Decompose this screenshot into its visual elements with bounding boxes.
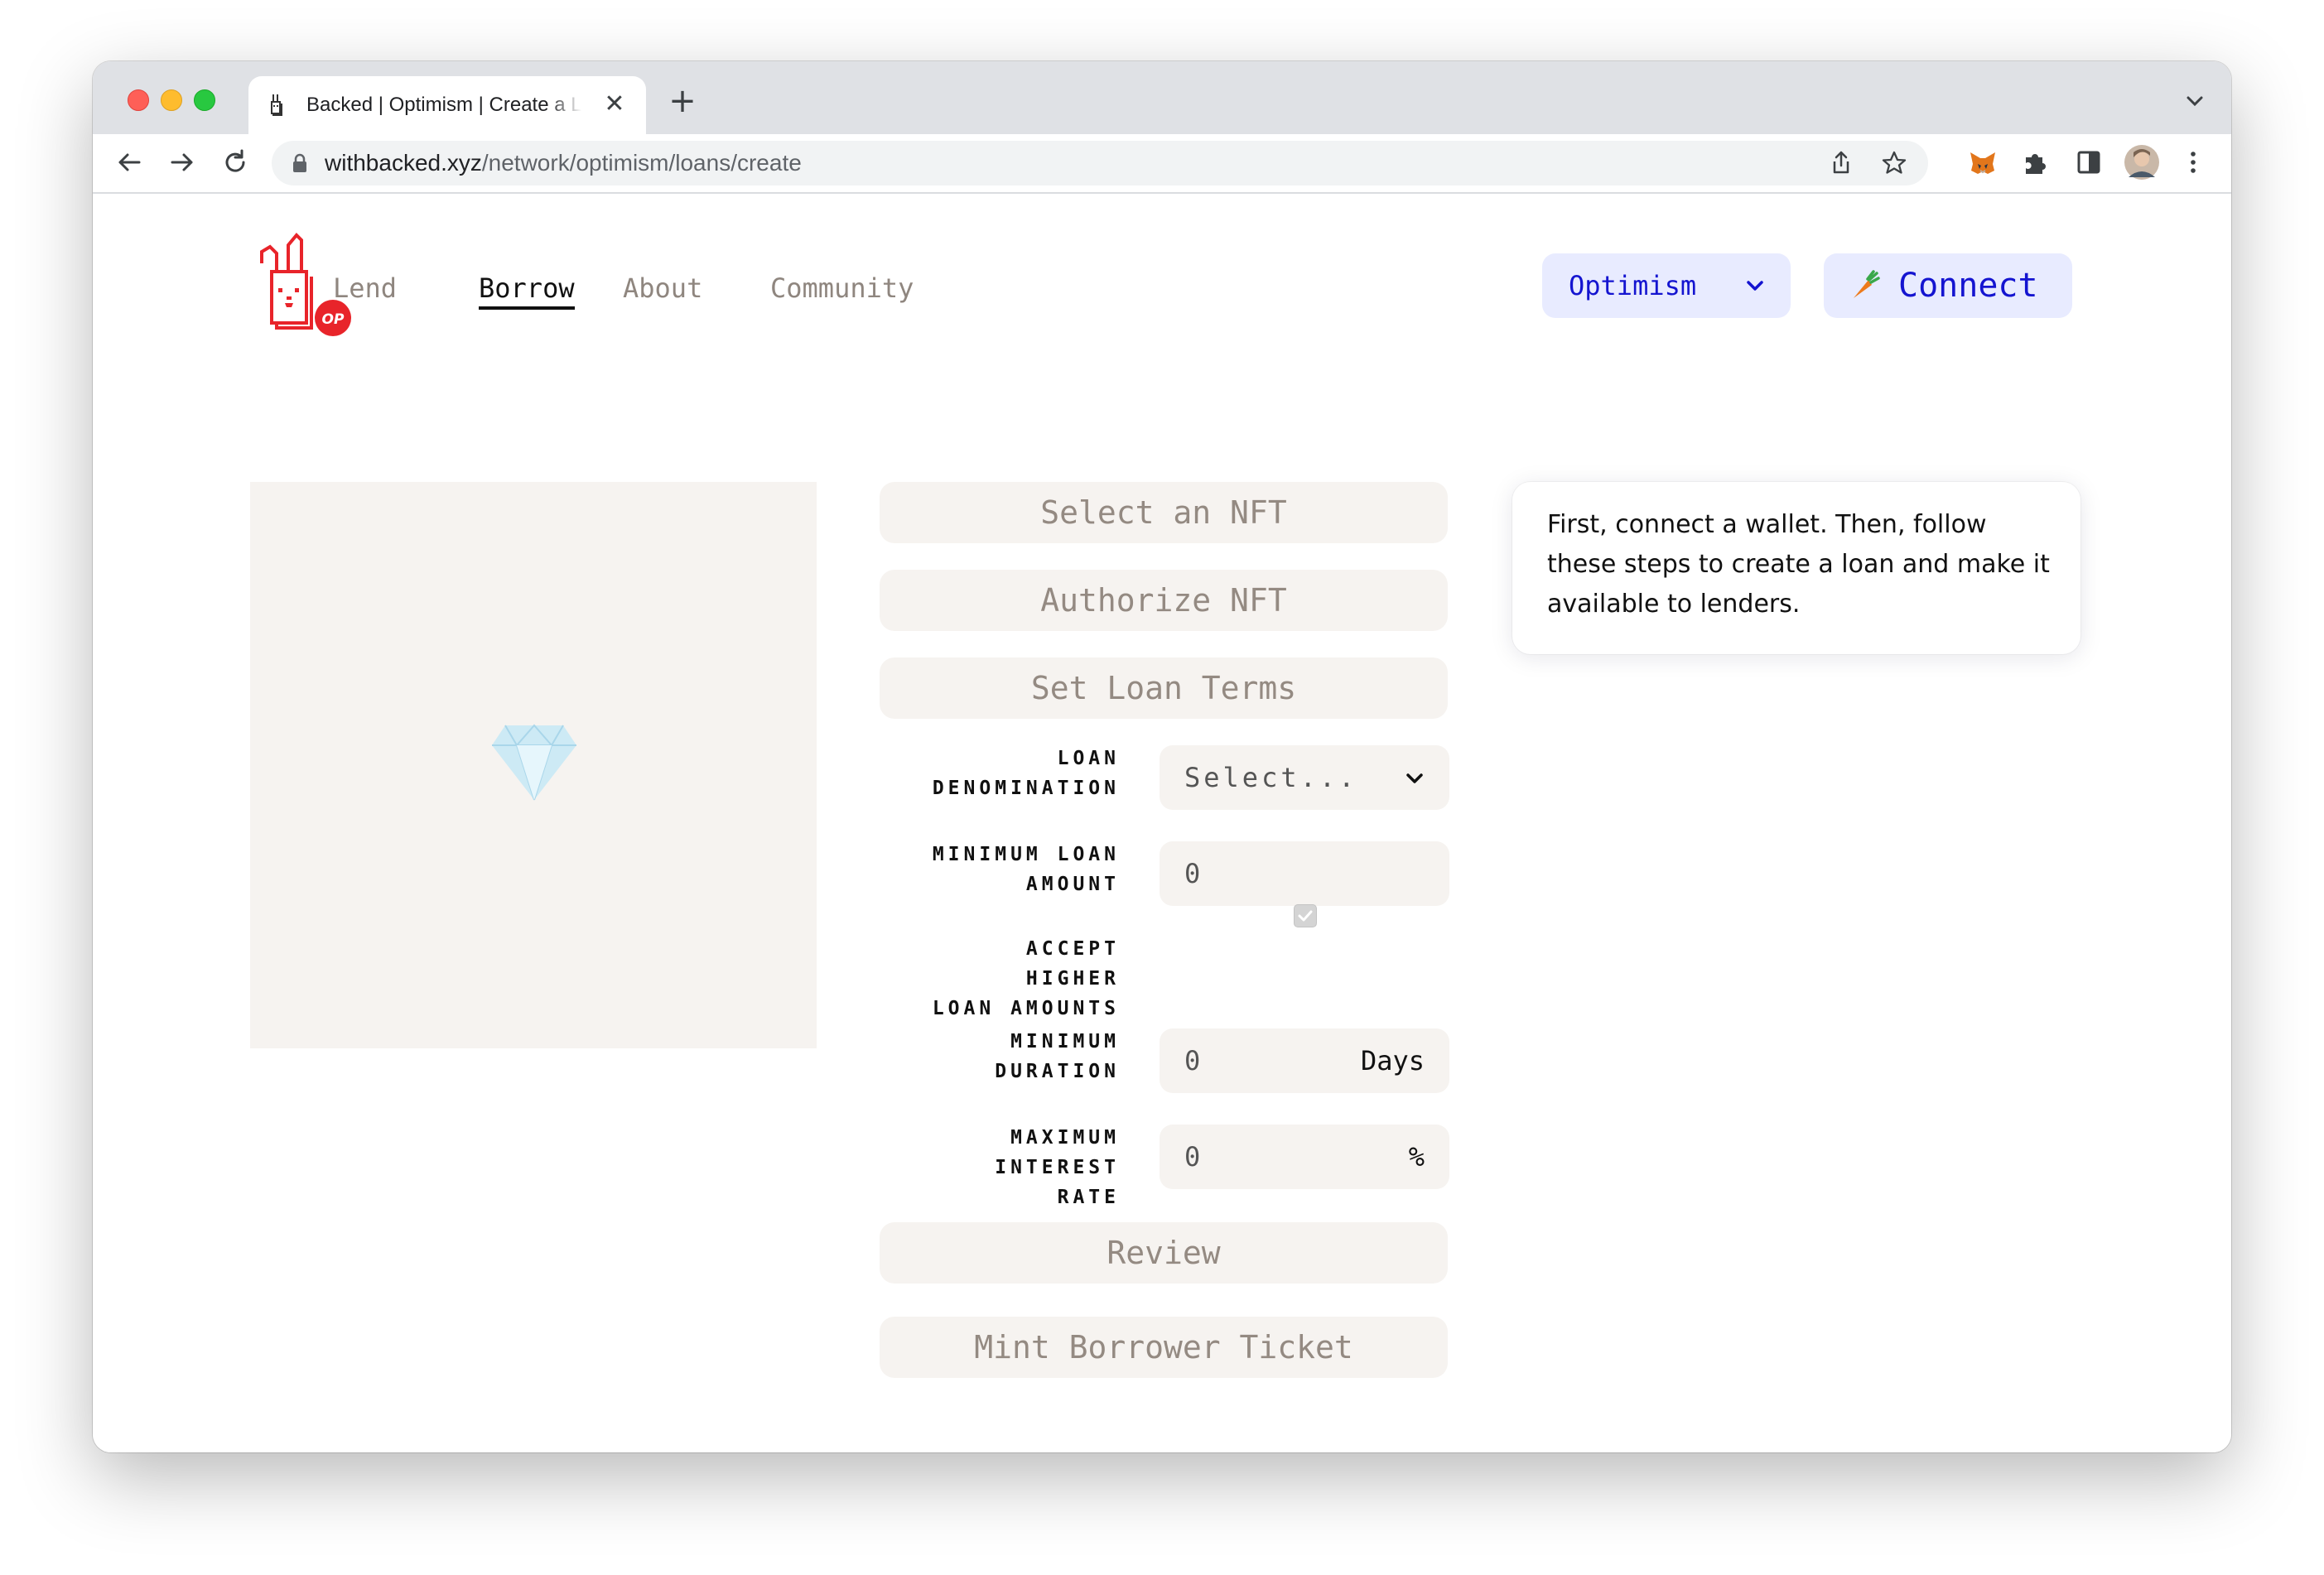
label-line-1: MINIMUM LOAN bbox=[932, 844, 1120, 865]
browser-tab[interactable]: Backed | Optimism | Create a Loan ✕ bbox=[248, 76, 646, 134]
nft-preview bbox=[250, 482, 817, 1048]
label-line-1: MAXIMUM bbox=[1010, 1127, 1120, 1149]
input-value: 0 bbox=[1184, 858, 1201, 889]
nav-lend[interactable]: Lend bbox=[333, 272, 397, 305]
maximize-window-button[interactable] bbox=[194, 89, 215, 111]
connect-label: Connect bbox=[1898, 267, 2038, 305]
percent-unit: % bbox=[1408, 1141, 1425, 1173]
info-card: First, connect a wallet. Then, follow th… bbox=[1512, 482, 2081, 654]
close-window-button[interactable] bbox=[128, 89, 149, 111]
forward-arrow-icon[interactable] bbox=[166, 146, 199, 179]
min-duration-label: MINIMUM DURATION bbox=[921, 1027, 1120, 1086]
label-line-2: LOAN AMOUNTS bbox=[932, 998, 1120, 1019]
browser-toolbar: withbacked.xyz/network/optimism/loans/cr… bbox=[93, 134, 2231, 194]
accept-higher-checkbox[interactable] bbox=[1294, 904, 1317, 927]
min-loan-amount-input[interactable]: 0 bbox=[1160, 841, 1449, 906]
extensions-puzzle-icon[interactable] bbox=[2019, 146, 2052, 179]
network-label: Optimism bbox=[1569, 270, 1697, 301]
url-path: /network/optimism/loans/create bbox=[481, 150, 802, 176]
browser-menu-icon[interactable] bbox=[2177, 146, 2210, 179]
network-select-button[interactable]: Optimism bbox=[1542, 253, 1791, 318]
browser-window: Backed | Optimism | Create a Loan ✕ + wi… bbox=[93, 61, 2231, 1452]
label-line-2: DURATION bbox=[995, 1061, 1120, 1082]
select-placeholder: Select... bbox=[1184, 762, 1358, 793]
accept-higher-label: ACCEPT HIGHER LOAN AMOUNTS bbox=[921, 934, 1120, 1024]
input-value: 0 bbox=[1184, 1045, 1201, 1076]
label-line-2: INTEREST RATE bbox=[995, 1157, 1120, 1208]
chevron-down-icon bbox=[1406, 773, 1423, 783]
label-line-2: DENOMINATION bbox=[932, 778, 1120, 799]
minimize-window-button[interactable] bbox=[161, 89, 182, 111]
share-icon[interactable] bbox=[1827, 149, 1855, 177]
lock-icon bbox=[293, 153, 306, 172]
page-content: OP Lend Borrow About Community Optimism … bbox=[93, 194, 2231, 1452]
days-unit: Days bbox=[1360, 1045, 1425, 1076]
nav-about[interactable]: About bbox=[623, 272, 702, 305]
url-host: withbacked.xyz bbox=[325, 150, 482, 176]
bookmark-star-icon[interactable] bbox=[1880, 149, 1908, 177]
connect-wallet-button[interactable]: Connect bbox=[1824, 253, 2072, 318]
url-text: withbacked.xyz/network/optimism/loans/cr… bbox=[325, 141, 802, 185]
label-line-2: AMOUNT bbox=[1025, 874, 1120, 895]
max-interest-label: MAXIMUM INTEREST RATE bbox=[921, 1123, 1120, 1212]
metamask-fox-icon[interactable] bbox=[1966, 146, 1999, 179]
reload-icon[interactable] bbox=[219, 146, 252, 179]
new-tab-button[interactable]: + bbox=[663, 83, 702, 123]
authorize-nft-button[interactable]: Authorize NFT bbox=[880, 570, 1448, 631]
loan-denomination-label: LOAN DENOMINATION bbox=[921, 744, 1120, 803]
carrot-icon bbox=[1854, 270, 1880, 298]
input-value: 0 bbox=[1184, 1141, 1201, 1173]
set-loan-terms-button[interactable]: Set Loan Terms bbox=[880, 657, 1448, 719]
tab-bar: Backed | Optimism | Create a Loan ✕ + bbox=[93, 61, 2231, 134]
tab-title: Backed | Optimism | Create a Loan bbox=[306, 93, 581, 118]
nav-community[interactable]: Community bbox=[770, 272, 914, 305]
close-tab-icon[interactable]: ✕ bbox=[600, 89, 629, 119]
mint-borrower-ticket-button[interactable]: Mint Borrower Ticket bbox=[880, 1317, 1448, 1378]
tab-search-chevron-icon[interactable] bbox=[2180, 86, 2210, 116]
label-line-1: LOAN bbox=[1057, 748, 1120, 769]
min-duration-input[interactable]: 0 Days bbox=[1160, 1028, 1449, 1093]
label-line-1: MINIMUM bbox=[1010, 1031, 1120, 1052]
review-button[interactable]: Review bbox=[880, 1222, 1448, 1284]
chevron-down-icon bbox=[1747, 281, 1763, 291]
max-interest-input[interactable]: 0 % bbox=[1160, 1125, 1449, 1189]
op-badge: OP bbox=[322, 311, 345, 328]
min-loan-amount-label: MINIMUM LOAN AMOUNT bbox=[921, 840, 1120, 899]
nav-borrow[interactable]: Borrow bbox=[479, 272, 575, 310]
side-panel-icon[interactable] bbox=[2072, 146, 2105, 179]
address-bar[interactable]: withbacked.xyz/network/optimism/loans/cr… bbox=[272, 141, 1928, 185]
loan-denomination-select[interactable]: Select... bbox=[1160, 745, 1449, 810]
info-text: First, connect a wallet. Then, follow th… bbox=[1547, 510, 2050, 619]
checkmark-icon bbox=[1298, 910, 1313, 922]
diamond-icon bbox=[492, 724, 576, 801]
back-arrow-icon[interactable] bbox=[113, 146, 146, 179]
profile-avatar[interactable] bbox=[2124, 144, 2160, 181]
bunny-favicon-icon bbox=[271, 94, 282, 116]
select-nft-button[interactable]: Select an NFT bbox=[880, 482, 1448, 543]
label-line-1: ACCEPT HIGHER bbox=[1025, 938, 1120, 990]
